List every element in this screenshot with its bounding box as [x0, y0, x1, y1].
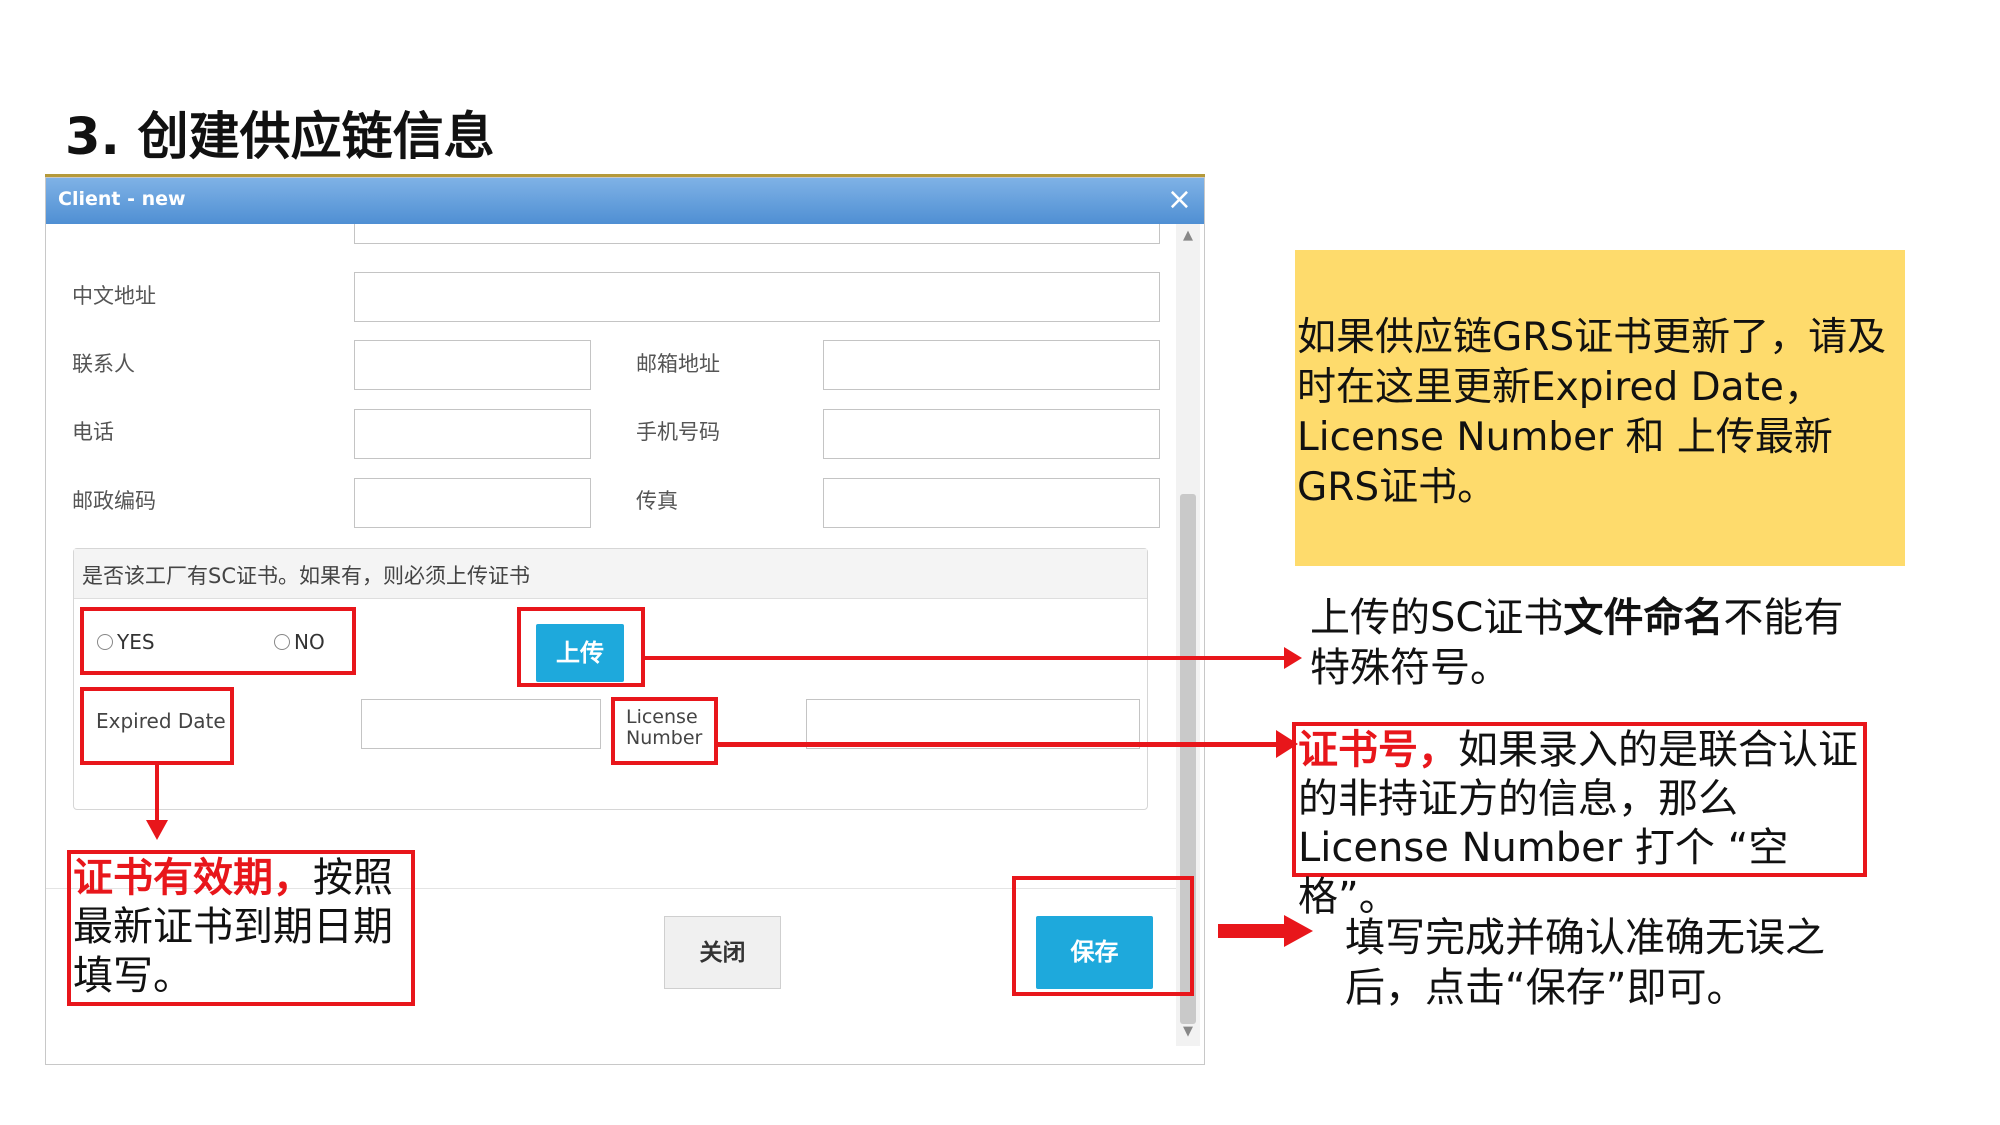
scroll-up-icon[interactable]: ▲: [1176, 228, 1200, 243]
upload-note-pre: 上传的SC证书: [1310, 595, 1564, 641]
save-instruction-note: 填写完成并确认准确无误之后，点击“保存”即可。: [1345, 915, 1825, 1011]
sc-group-header: 是否该工厂有SC证书。如果有，则必须上传证书: [74, 549, 1147, 599]
contact-input[interactable]: [354, 340, 591, 390]
upload-highlight: [517, 607, 645, 687]
email-input[interactable]: [823, 340, 1160, 390]
postcode-label: 邮政编码: [72, 489, 156, 513]
expired-date-highlight: [80, 687, 234, 765]
close-icon[interactable]: ×: [1167, 182, 1192, 218]
contact-label: 联系人: [72, 352, 135, 376]
english-address-input[interactable]: [354, 224, 1160, 244]
phone-label: 电话: [72, 420, 114, 444]
phone-input[interactable]: [354, 409, 591, 459]
yes-no-highlight: [80, 607, 356, 675]
dialog-titlebar[interactable]: Client - new ×: [46, 178, 1204, 224]
expiry-arrow-head: [146, 820, 168, 840]
scroll-down-icon[interactable]: ▼: [1176, 1024, 1200, 1039]
chinese-address-input[interactable]: [354, 272, 1160, 322]
dialog-title: Client - new: [58, 188, 186, 210]
expiry-arrow-line: [155, 765, 159, 822]
fax-label: 传真: [636, 489, 678, 513]
expired-date-input[interactable]: [361, 699, 601, 749]
close-button[interactable]: 关闭: [664, 916, 781, 989]
upload-arrow-line: [645, 656, 1285, 660]
upload-note-bold: 文件命名: [1563, 595, 1724, 641]
fax-input[interactable]: [823, 478, 1160, 528]
license-number-note: 证书号，如果录入的是联合认证的非持证方的信息，那么License Number …: [1292, 722, 1867, 920]
license-number-highlight: [611, 697, 718, 765]
expiry-note-red: 证书有效期，: [73, 855, 313, 901]
license-note-red: 证书号，: [1298, 727, 1458, 773]
upload-arrow-head: [1284, 647, 1302, 669]
save-highlight: [1012, 876, 1194, 996]
chinese-address-label: 中文地址: [72, 284, 156, 308]
postcode-input[interactable]: [354, 478, 591, 528]
email-label: 邮箱地址: [636, 352, 720, 376]
sc-question-text: 是否该工厂有SC证书。如果有，则必须上传证书: [82, 564, 530, 588]
page-title: 3. 创建供应链信息: [65, 108, 495, 167]
upload-filename-note: 上传的SC证书文件命名不能有特殊符号。: [1310, 593, 1880, 693]
grs-update-note: 如果供应链GRS证书更新了，请及时在这里更新Expired Date，Licen…: [1295, 250, 1905, 566]
expiry-date-note: 证书有效期，按照最新证书到期日期填写。: [67, 850, 415, 1006]
mobile-label: 手机号码: [636, 420, 720, 444]
license-arrow-line: [718, 742, 1278, 747]
mobile-input[interactable]: [823, 409, 1160, 459]
